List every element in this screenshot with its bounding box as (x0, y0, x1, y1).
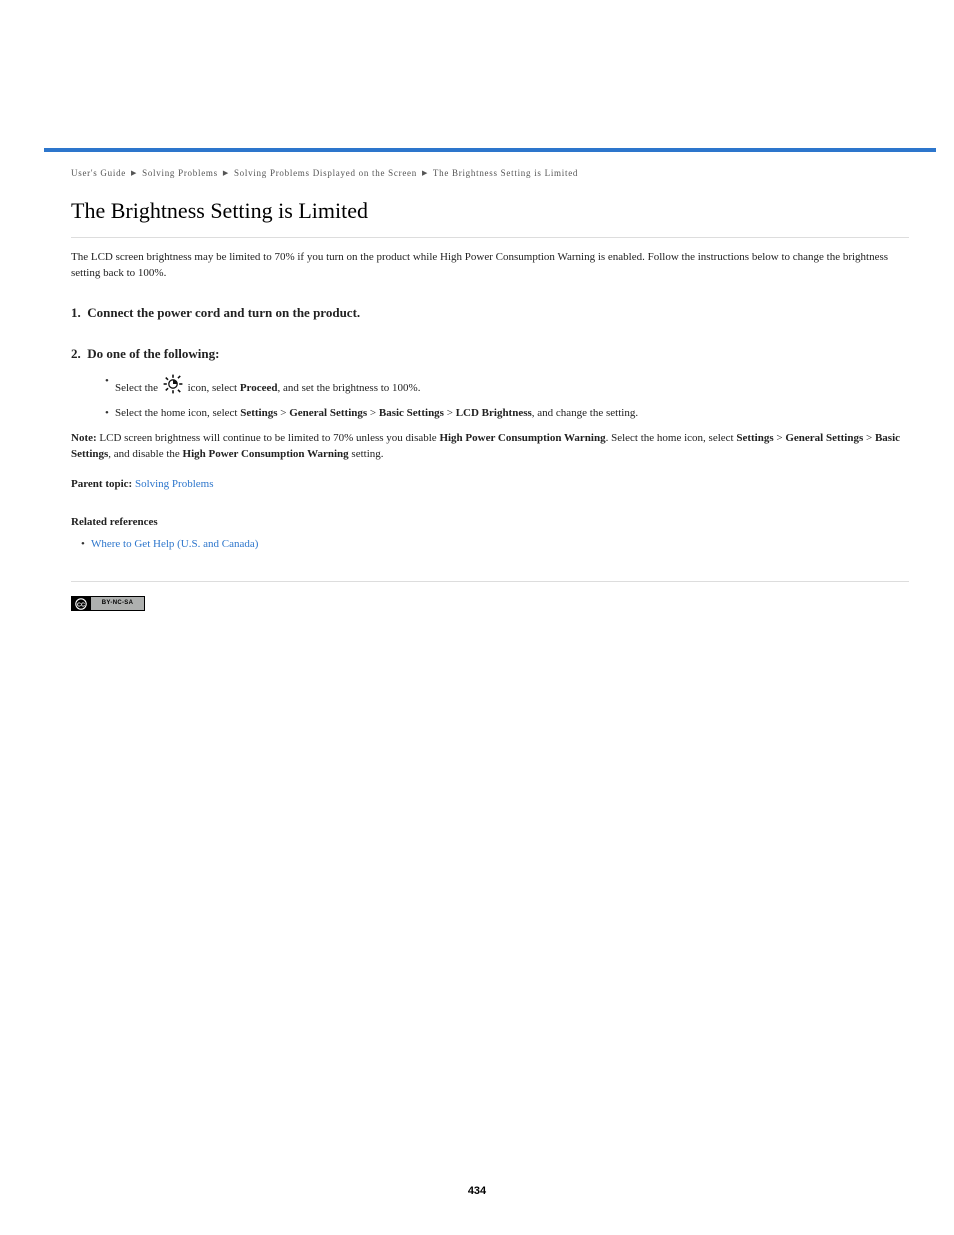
chevron-right-icon: ▶ (420, 169, 430, 177)
option-list: Select the icon, select Proceed, and set… (71, 374, 909, 422)
list-item: Select the home icon, select Settings > … (71, 406, 909, 422)
text-bold: LCD Brightness (456, 407, 532, 419)
text-segment: icon, select (185, 382, 240, 394)
note-paragraph: Note: LCD screen brightness will continu… (71, 431, 909, 463)
brightness-icon (163, 374, 183, 400)
step-1-text: Connect the power cord and turn on the p… (87, 305, 360, 320)
step-1-heading: 1. Connect the power cord and turn on th… (71, 304, 909, 323)
cc-license-text: BY-NC-SA (90, 597, 144, 610)
text-segment: > (444, 407, 456, 419)
related-reference-link[interactable]: Where to Get Help (U.S. and Canada) (91, 538, 258, 550)
related-references: Related references Where to Get Help (U.… (71, 515, 909, 553)
body: The LCD screen brightness may be limited… (71, 250, 909, 611)
creative-commons-badge: CC BY-NC-SA (71, 596, 145, 611)
related-references-heading: Related references (71, 515, 909, 531)
chevron-right-icon: ▶ (221, 169, 231, 177)
text-segment: , and set the brightness to 100%. (277, 382, 420, 394)
text-bold: Basic Settings (379, 407, 444, 419)
intro-paragraph: The LCD screen brightness may be limited… (71, 250, 909, 282)
breadcrumb-item: User's Guide (71, 168, 126, 178)
breadcrumb-item: Solving Problems Displayed on the Screen (234, 168, 417, 178)
text-segment: Select the home icon, select (115, 407, 240, 419)
list-item: Where to Get Help (U.S. and Canada) (47, 537, 909, 553)
text-segment: > (774, 432, 786, 444)
text-bold: General Settings (785, 432, 863, 444)
parent-topic-label: Parent topic: (71, 478, 132, 490)
page-title: The Brightness Setting is Limited (71, 198, 368, 224)
text-segment: > (367, 407, 379, 419)
step-2-heading: 2. Do one of the following: (71, 345, 909, 364)
svg-text:CC: CC (77, 602, 85, 608)
step-2-text: Do one of the following: (87, 346, 219, 361)
breadcrumb-item: The Brightness Setting is Limited (433, 168, 578, 178)
text-bold: High Power Consumption Warning (183, 448, 349, 460)
text-segment: , and change the setting. (532, 407, 638, 419)
page-number: 434 (0, 1185, 954, 1197)
text-bold: High Power Consumption Warning (439, 432, 605, 444)
parent-topic-link[interactable]: Solving Problems (135, 478, 214, 490)
cc-icon: CC (72, 597, 90, 610)
divider (71, 237, 909, 238)
text-segment: , and disable the (108, 448, 182, 460)
chevron-right-icon: ▶ (129, 169, 139, 177)
top-rule (44, 148, 936, 152)
text-segment: LCD screen brightness will continue to b… (99, 432, 439, 444)
text-segment: > (278, 407, 290, 419)
text-bold: General Settings (289, 407, 367, 419)
text-segment: > (863, 432, 875, 444)
divider (71, 581, 909, 582)
text-segment: . Select the home icon, select (606, 432, 737, 444)
note-label: Note: (71, 432, 97, 444)
text-segment: Select the (115, 382, 161, 394)
breadcrumb-item: Solving Problems (142, 168, 218, 178)
text-bold: Settings (240, 407, 277, 419)
breadcrumb: User's Guide ▶ Solving Problems ▶ Solvin… (71, 168, 578, 178)
list-item: Select the icon, select Proceed, and set… (71, 374, 909, 400)
text-bold: Proceed (240, 382, 278, 394)
text-segment: setting. (349, 448, 384, 460)
parent-topic-line: Parent topic: Solving Problems (71, 477, 909, 493)
text-bold: Settings (736, 432, 773, 444)
